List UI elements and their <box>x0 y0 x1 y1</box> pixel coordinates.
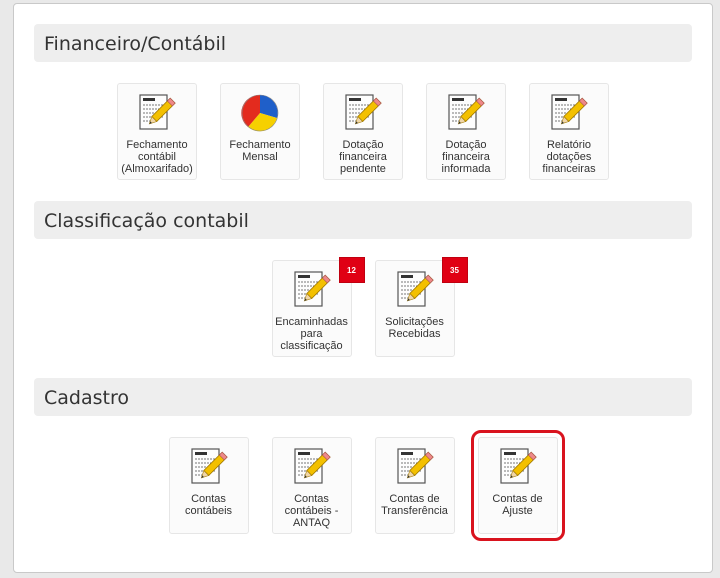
tile-fechamento-mensal[interactable]: Fechamento Mensal <box>220 83 300 180</box>
tile-fechamento-contabil[interactable]: Fechamento contábil (Almoxarifado) <box>117 83 197 180</box>
document-edit-icon <box>343 93 383 133</box>
tile-solicitacoes-recebidas[interactable]: 35 Solicitações Recebidas <box>374 257 468 357</box>
tile-label: Fechamento Mensal <box>229 139 291 163</box>
document-edit-icon <box>446 93 486 133</box>
tile-label: Contas de Ajuste <box>492 493 543 517</box>
section-header-cadastro: Cadastro <box>34 378 692 416</box>
document-edit-icon <box>395 270 435 310</box>
section-header-classificacao: Classificação contabil <box>34 201 692 239</box>
tile-row-financeiro: Fechamento contábil (Almoxarifado) Fecha… <box>14 83 712 180</box>
tile-label: Dotação financeira informada <box>441 139 491 175</box>
tile-label: Fechamento contábil (Almoxarifado) <box>121 139 193 175</box>
tile-label: Contas de Transferência <box>381 493 448 517</box>
tile-dotacao-pendente[interactable]: Dotação financeira pendente <box>323 83 403 180</box>
main-panel: Financeiro/Contábil Fechamento contábil … <box>13 3 713 573</box>
tile-row-cadastro: Contas contábeis Contas contábeis - ANTA… <box>14 430 712 541</box>
tile-dotacao-informada[interactable]: Dotação financeira informada <box>426 83 506 180</box>
pie-chart-icon <box>240 93 280 133</box>
tile-relatorio-dotacoes[interactable]: Relatório dotações financeiras <box>529 83 609 180</box>
document-edit-icon <box>292 270 332 310</box>
tile-label: Relatório dotações financeiras <box>542 139 596 175</box>
document-edit-icon <box>189 447 229 487</box>
document-edit-icon <box>292 447 332 487</box>
tile-row-classificacao: 12 Encaminhadas para classificação 35 So… <box>14 257 712 357</box>
tile-label: Dotação financeira pendente <box>339 139 387 175</box>
count-badge: 35 <box>441 257 468 283</box>
document-edit-icon <box>395 447 435 487</box>
tile-encaminhadas[interactable]: 12 Encaminhadas para classificação <box>271 257 365 357</box>
section-header-financeiro: Financeiro/Contábil <box>34 24 692 62</box>
document-edit-icon <box>137 93 177 133</box>
count-badge: 12 <box>338 257 365 283</box>
tile-label: Contas contábeis - ANTAQ <box>284 493 339 529</box>
tile-contas-contabeis-antaq[interactable]: Contas contábeis - ANTAQ <box>271 437 352 534</box>
tile-label: Contas contábeis <box>184 493 233 517</box>
tile-contas-transferencia[interactable]: Contas de Transferência <box>374 437 455 534</box>
document-edit-icon <box>549 93 589 133</box>
tile-contas-ajuste[interactable]: Contas de Ajuste <box>470 430 565 541</box>
tile-contas-contabeis[interactable]: Contas contábeis <box>168 437 249 534</box>
tile-label: Solicitações Recebidas <box>385 316 444 340</box>
tile-label: Encaminhadas para classificação <box>275 316 348 352</box>
document-edit-icon <box>498 447 538 487</box>
